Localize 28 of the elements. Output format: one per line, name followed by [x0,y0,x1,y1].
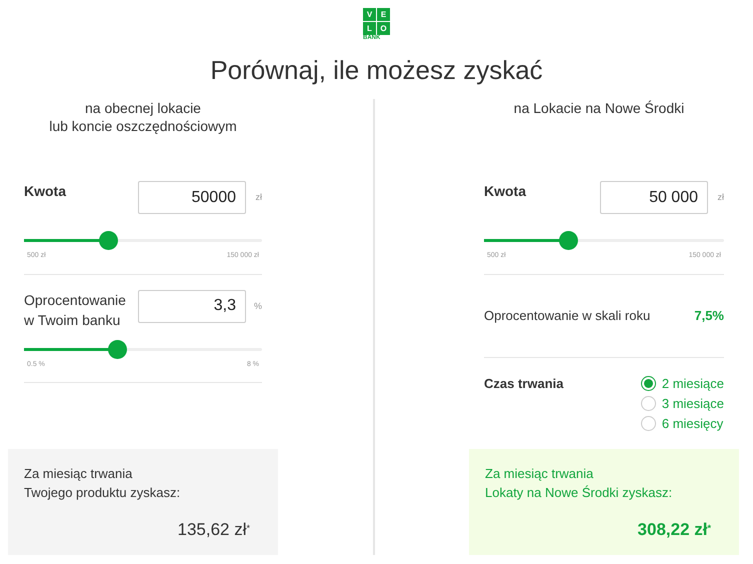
rate-value: 7,5% [694,306,724,325]
rate-label: Oprocentowanie w skali roku [484,306,650,325]
result-text: Za miesiąc trwania [485,465,594,483]
slider-thumb[interactable] [108,340,127,358]
slider-thumb[interactable] [98,231,118,250]
page-title: Porównaj, ile możesz zyskać [210,54,543,87]
unit-label: % [252,300,262,312]
column-heading: lub koncie oszczędnościowym [48,117,238,135]
unit-label: zł [254,191,262,204]
column-heading: na Lokacie na Nowe Środki [512,99,686,117]
slider[interactable] [24,340,262,358]
column-heading: na obecnej lokacie [84,99,202,117]
field-label: Kwota [24,182,68,201]
field-label: Oprocentowanie w Twoim banku [24,290,127,330]
unit-label: zł [716,191,724,204]
result-text: Za miesiąc trwania [24,465,134,483]
input-field[interactable]: 3,3 [138,290,246,322]
duration-label: Czas trwania [484,374,564,392]
input-field[interactable]: 50000 [138,181,246,214]
result-amount: 308,22 zł$^{*}$ [636,519,712,541]
result-amount: 135,62 zł$^{*}$ [176,519,251,541]
slider[interactable] [24,231,262,250]
slider-thumb[interactable] [559,231,578,250]
result-text: Lokaty na Nowe Środki zyskasz: [485,484,674,502]
input-field[interactable]: 50 000 [600,181,708,214]
result-text: Twojego produktu zyskasz: [24,484,182,502]
slider[interactable] [484,231,724,250]
field-label: Kwota [484,182,528,201]
